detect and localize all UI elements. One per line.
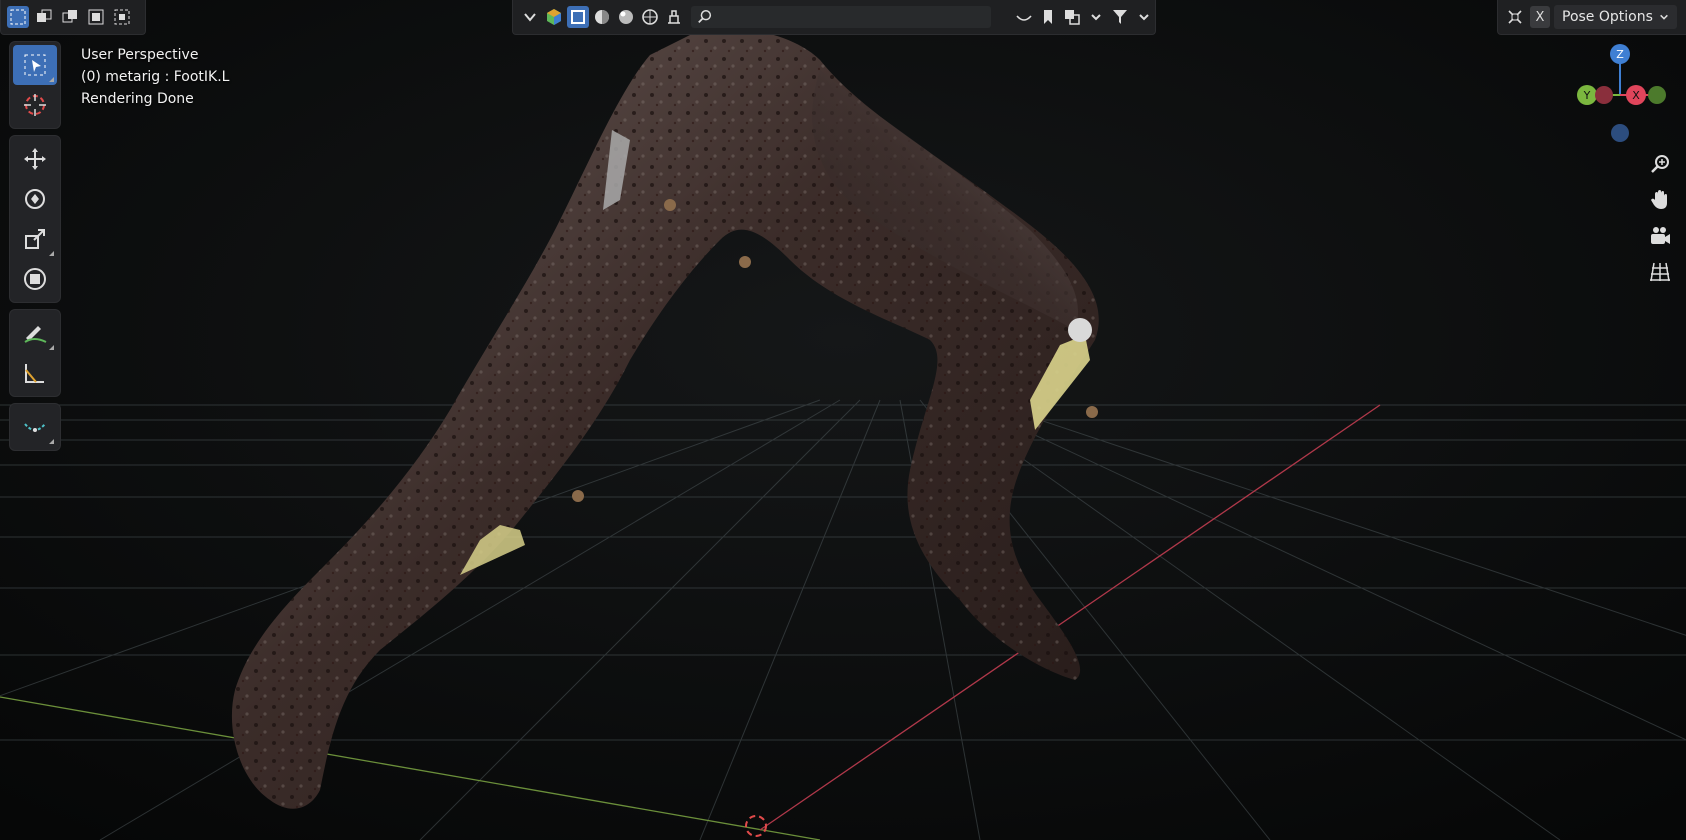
zoom-icon	[1651, 155, 1669, 173]
rotate-icon	[25, 189, 45, 209]
z-axis-label: Z	[1616, 48, 1624, 61]
select-subtract-icon[interactable]	[59, 6, 81, 28]
relax-icon	[24, 423, 46, 432]
relax-tool[interactable]	[13, 407, 57, 447]
tool-group-select	[10, 42, 60, 128]
chevron-down-icon[interactable]	[1085, 6, 1107, 28]
scale-icon	[25, 229, 45, 249]
axis-gizmo[interactable]: Z Y X	[1556, 40, 1686, 150]
select-invert-icon[interactable]	[85, 6, 107, 28]
transform-icon	[24, 268, 46, 290]
x-mirror-toggle[interactable]: X	[1530, 6, 1550, 28]
pose-options-label: Pose Options	[1562, 9, 1653, 25]
navigation-area: Z Y X	[1556, 40, 1686, 300]
wireframe-shading-icon[interactable]	[567, 6, 589, 28]
chevron-down-icon[interactable]	[1133, 6, 1155, 28]
cursor-tool[interactable]	[13, 85, 57, 125]
pose-options-dropdown[interactable]: Pose Options	[1554, 5, 1677, 29]
annotate-icon	[24, 326, 47, 343]
select-box-icon	[24, 54, 46, 76]
move-icon	[24, 148, 46, 170]
cursor-icon	[24, 94, 46, 116]
viewport-header	[512, 0, 1156, 35]
viewport-info: User Perspective (0) metarig : FootIK.L …	[81, 44, 229, 110]
chevron-down-icon	[1660, 14, 1668, 20]
scale-tool[interactable]	[13, 219, 57, 259]
rotate-tool[interactable]	[13, 179, 57, 219]
tool-group-transform	[10, 136, 60, 302]
x-axis-label: X	[1632, 89, 1640, 102]
measure-icon	[25, 364, 44, 383]
view-name: User Perspective	[81, 47, 199, 63]
material-shading-icon[interactable]	[615, 6, 637, 28]
paint-icon[interactable]	[663, 6, 685, 28]
ortho-grid-icon	[1650, 262, 1670, 282]
scene-render	[0, 0, 1686, 840]
render-status: Rendering Done	[81, 91, 194, 107]
toolbar	[10, 42, 60, 458]
tool-group-relax	[10, 404, 60, 450]
select-box-tool[interactable]	[13, 45, 57, 85]
object-types-icon[interactable]	[543, 6, 565, 28]
transform-tool[interactable]	[13, 259, 57, 299]
tool-group-annotate	[10, 310, 60, 396]
snap-icon[interactable]	[1504, 6, 1526, 28]
solid-shading-icon[interactable]	[591, 6, 613, 28]
y-axis-label: Y	[1583, 89, 1591, 102]
pan-button[interactable]	[1646, 186, 1674, 214]
rendered-shading-icon[interactable]	[639, 6, 661, 28]
search-field[interactable]	[691, 6, 991, 28]
filter-icon[interactable]	[1109, 6, 1131, 28]
pan-hand-icon	[1651, 190, 1667, 209]
camera-button[interactable]	[1646, 222, 1674, 250]
select-intersect-icon[interactable]	[111, 6, 133, 28]
select-new-icon[interactable]	[7, 6, 29, 28]
overlay-icon[interactable]	[1061, 6, 1083, 28]
curve-icon[interactable]	[1013, 6, 1035, 28]
pose-header: X Pose Options	[1497, 0, 1686, 35]
measure-tool[interactable]	[13, 353, 57, 393]
search-icon	[698, 10, 712, 23]
chevron-down-icon[interactable]	[519, 6, 541, 28]
select-extend-icon[interactable]	[33, 6, 55, 28]
search-input[interactable]	[713, 9, 991, 25]
bookmark-icon[interactable]	[1037, 6, 1059, 28]
camera-icon	[1651, 227, 1670, 244]
annotate-tool[interactable]	[13, 313, 57, 353]
3d-viewport[interactable]: X Pose Options User Perspective (0) meta…	[0, 0, 1686, 840]
selection-mode-toolbar	[0, 0, 146, 35]
active-object: (0) metarig : FootIK.L	[81, 69, 230, 85]
move-tool[interactable]	[13, 139, 57, 179]
zoom-button[interactable]	[1646, 150, 1674, 178]
ortho-toggle-button[interactable]	[1646, 258, 1674, 286]
